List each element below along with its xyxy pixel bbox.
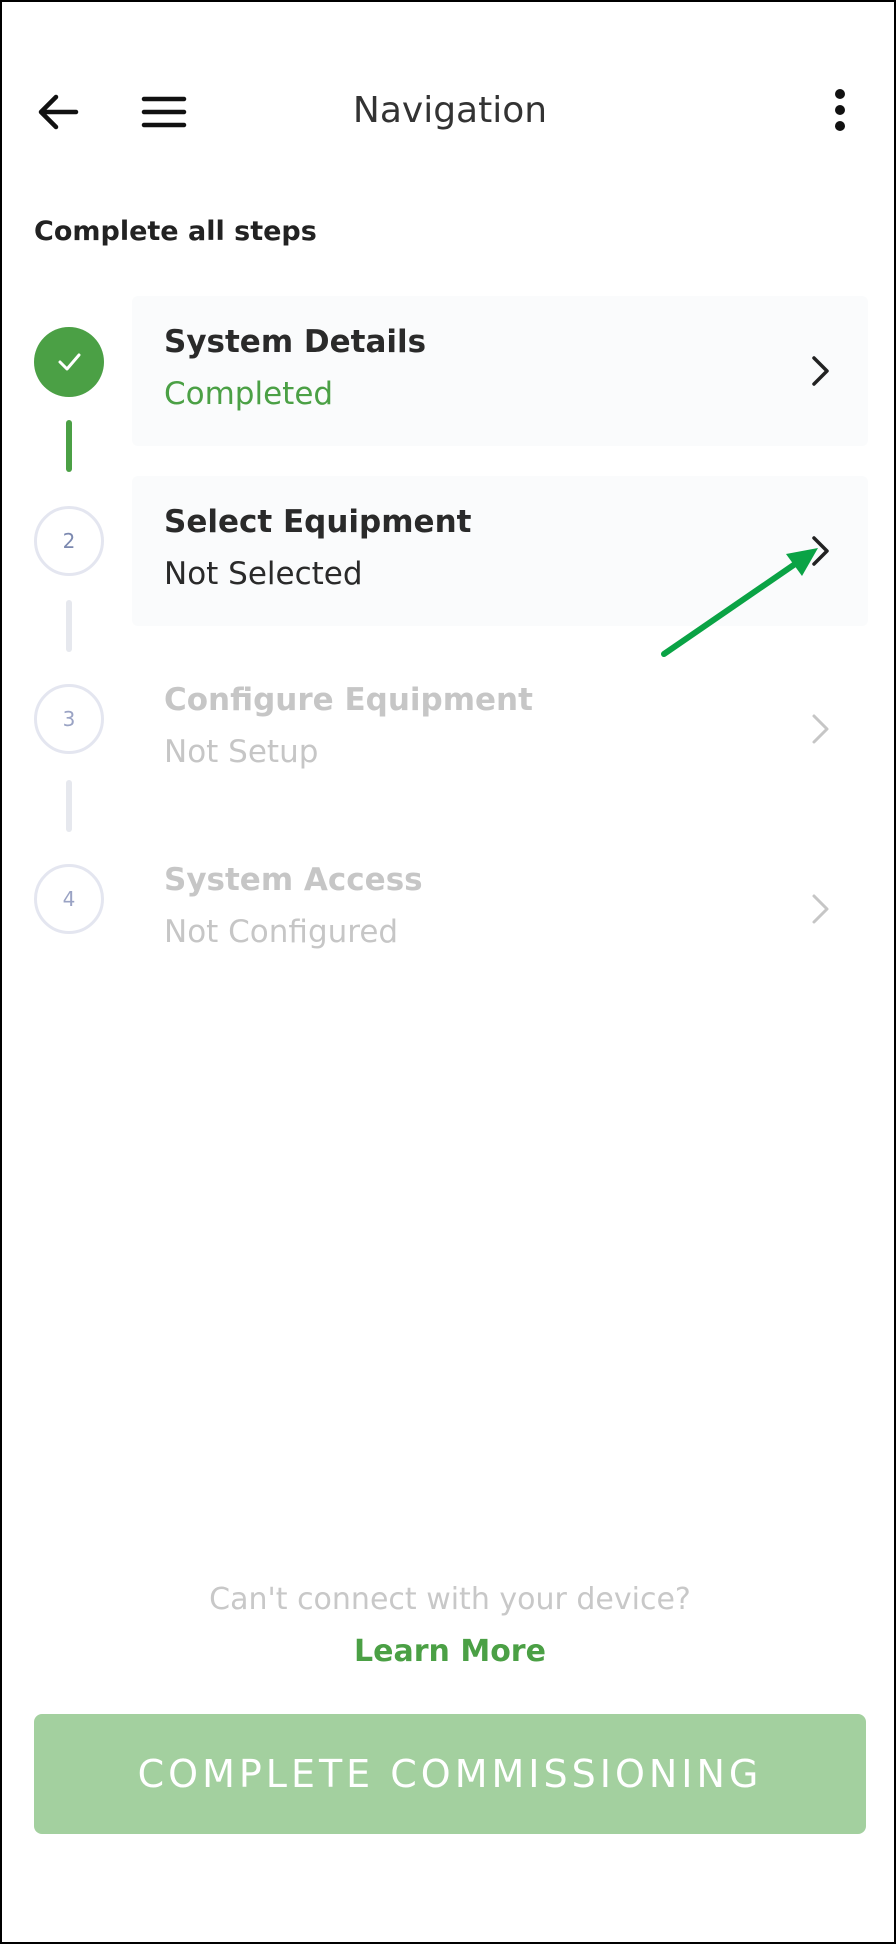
step-item-system-details[interactable]: System Details Completed bbox=[2, 296, 896, 446]
step-item-select-equipment[interactable]: 2 Select Equipment Not Selected bbox=[2, 476, 896, 626]
step-number-badge: 4 bbox=[34, 864, 104, 934]
step-number-badge: 3 bbox=[34, 684, 104, 754]
chevron-right-icon bbox=[802, 706, 838, 752]
top-app-bar: Navigation bbox=[2, 62, 896, 162]
step-item-system-access: 4 System Access Not Configured bbox=[2, 834, 896, 984]
learn-more-link[interactable]: Learn More bbox=[2, 1634, 896, 1669]
chevron-right-icon bbox=[802, 886, 838, 932]
check-circle-icon bbox=[34, 327, 104, 397]
step-connector bbox=[66, 420, 72, 472]
step-status: Not Configured bbox=[164, 914, 399, 950]
hamburger-menu-icon[interactable] bbox=[136, 87, 192, 137]
step-connector bbox=[66, 780, 72, 832]
step-card bbox=[132, 296, 868, 446]
more-vertical-icon[interactable] bbox=[820, 87, 860, 137]
help-text: Can't connect with your device? bbox=[209, 1582, 691, 1617]
arrow-left-icon[interactable] bbox=[32, 87, 88, 137]
section-title: Complete all steps bbox=[34, 216, 317, 247]
step-title: System Details bbox=[164, 324, 427, 360]
step-connector bbox=[66, 600, 72, 652]
complete-commissioning-button[interactable]: COMPLETE COMMISSIONING bbox=[34, 1714, 866, 1834]
step-title: Configure Equipment bbox=[164, 682, 533, 718]
step-title: Select Equipment bbox=[164, 504, 472, 540]
step-status: Not Setup bbox=[164, 734, 319, 770]
step-item-configure-equipment: 3 Configure Equipment Not Setup bbox=[2, 654, 896, 804]
step-number-badge: 2 bbox=[34, 506, 104, 576]
page-title: Navigation bbox=[352, 90, 548, 131]
step-card bbox=[132, 476, 868, 626]
step-status: Not Selected bbox=[164, 556, 363, 592]
chevron-right-icon[interactable] bbox=[802, 528, 838, 574]
step-status: Completed bbox=[164, 376, 334, 412]
screen-frame: Navigation Complete all steps System Det… bbox=[0, 0, 896, 1944]
chevron-right-icon[interactable] bbox=[802, 348, 838, 394]
step-title: System Access bbox=[164, 862, 423, 898]
